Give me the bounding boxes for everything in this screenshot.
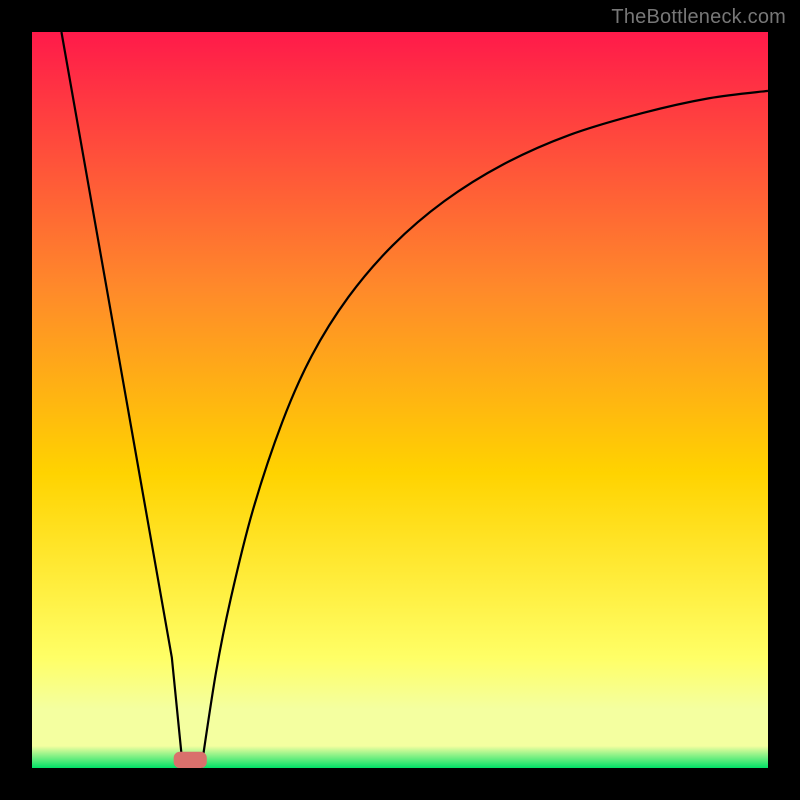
chart-frame: TheBottleneck.com [0,0,800,800]
curve-left-segment [61,32,182,768]
bottleneck-marker [174,752,207,768]
curve-right-segment [201,91,768,768]
curve-layer [32,32,768,768]
watermark-text: TheBottleneck.com [611,6,786,29]
